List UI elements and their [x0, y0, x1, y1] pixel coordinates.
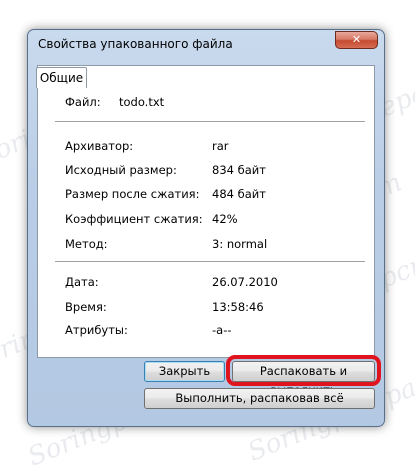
ratio-value: 42%: [212, 212, 238, 226]
date-label: Дата:: [65, 275, 99, 289]
divider: [55, 261, 365, 262]
method-label: Метод:: [65, 237, 108, 251]
attributes-value: -a--: [212, 323, 232, 337]
time-label: Время:: [65, 300, 107, 314]
properties-dialog: Свойства упакованного файла ✕ Общие Файл…: [27, 29, 385, 427]
tab-panel: Файл: todo.txt Архиватор: rar Исходный р…: [37, 65, 375, 358]
divider: [55, 121, 365, 122]
attributes-label: Атрибуты:: [65, 323, 128, 337]
file-label: Файл:: [65, 95, 101, 109]
archiver-value: rar: [212, 139, 229, 153]
highlight-frame: [226, 355, 381, 386]
file-name: todo.txt: [119, 95, 165, 109]
packed-size-value: 484 байт: [212, 187, 266, 201]
close-icon: ✕: [351, 33, 362, 46]
date-value: 26.07.2010: [212, 275, 278, 289]
archiver-label: Архиватор:: [65, 139, 134, 153]
ratio-label: Коэффициент сжатия:: [65, 212, 203, 226]
run-after-extract-all-button[interactable]: Выполнить, распаковав всё: [144, 388, 375, 409]
original-size-label: Исходный размер:: [65, 163, 177, 177]
original-size-value: 834 байт: [212, 163, 266, 177]
method-value: 3: normal: [212, 237, 268, 251]
time-value: 13:58:46: [212, 300, 264, 314]
close-button[interactable]: Закрыть: [144, 361, 225, 382]
close-window-button[interactable]: ✕: [335, 31, 378, 49]
tab-general[interactable]: Общие: [36, 67, 87, 88]
dialog-title: Свойства упакованного файла: [38, 37, 233, 51]
packed-size-label: Размер после сжатия:: [65, 187, 200, 201]
